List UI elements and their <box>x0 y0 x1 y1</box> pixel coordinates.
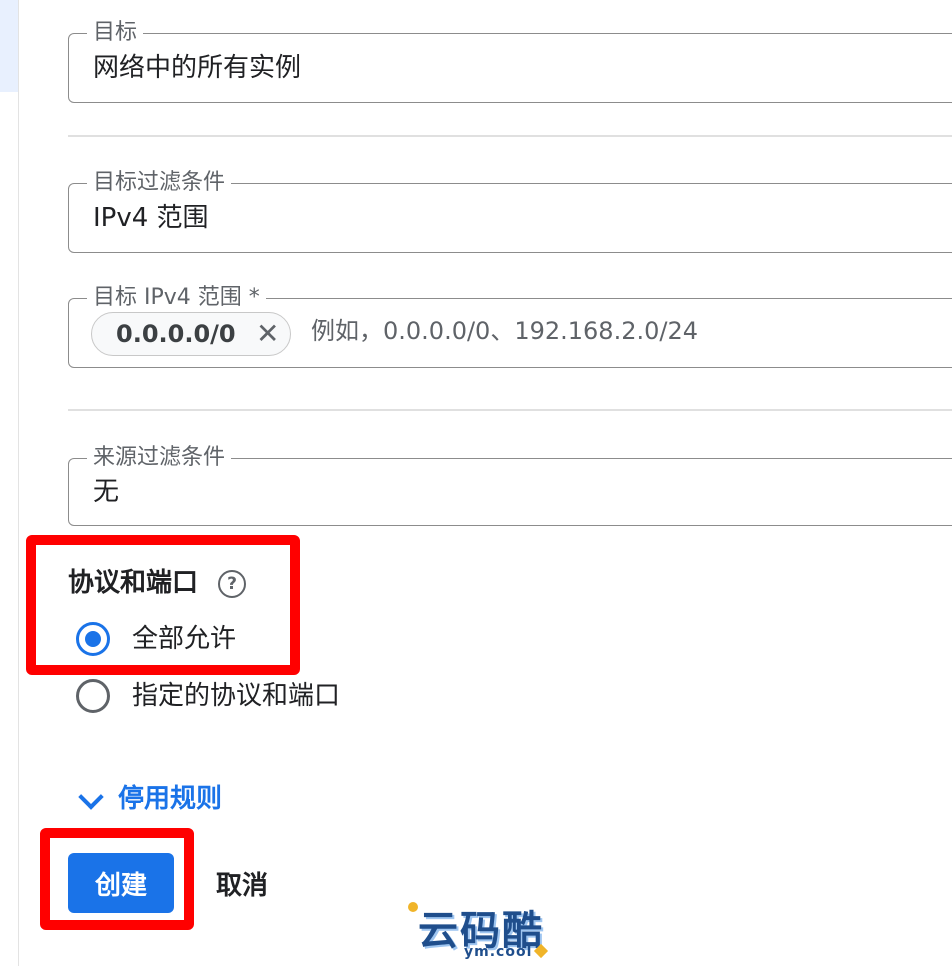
watermark-logo: 云码酷 ym.cool <box>408 898 549 964</box>
disable-rule-label: 停用规则 <box>118 784 223 814</box>
close-icon[interactable]: ✕ <box>256 318 279 350</box>
target-ipv4-range-field[interactable]: 目标 IPv4 范围 * 0.0.0.0/0 ✕ 例如，0.0.0.0/0、19… <box>68 285 952 368</box>
chevron-down-icon <box>78 784 104 810</box>
left-rail-active-item[interactable] <box>0 0 18 92</box>
target-ipv4-range-label: 目标 IPv4 范围 * <box>87 285 266 311</box>
watermark-dot <box>408 902 418 912</box>
source-filter-select[interactable]: 来源过滤条件 无 <box>68 445 952 526</box>
radio-button-checked[interactable] <box>76 622 110 656</box>
help-circle-icon[interactable]: ? <box>218 570 246 598</box>
source-filter-label: 来源过滤条件 <box>87 445 232 471</box>
watermark-subtext: ym.cool <box>464 944 533 960</box>
left-rail <box>0 0 19 966</box>
radio-allow-all-label: 全部允许 <box>132 624 237 654</box>
target-filter-value: IPv4 范围 <box>93 203 209 233</box>
radio-button-unchecked[interactable] <box>76 679 110 713</box>
create-button[interactable]: 创建 <box>68 853 174 913</box>
cancel-button[interactable]: 取消 <box>202 853 282 913</box>
target-value: 网络中的所有实例 <box>93 53 302 83</box>
source-filter-value: 无 <box>93 477 120 507</box>
target-filter-select[interactable]: 目标过滤条件 IPv4 范围 <box>68 170 952 253</box>
protocols-ports-title: 协议和端口 <box>68 568 199 598</box>
radio-specified-protocols-label: 指定的协议和端口 <box>132 681 341 711</box>
target-label: 目标 <box>87 20 144 46</box>
divider <box>68 409 952 411</box>
target-field[interactable]: 目标 网络中的所有实例 <box>68 20 952 103</box>
ip-range-chip-label: 0.0.0.0/0 <box>116 320 236 348</box>
ip-range-input-placeholder[interactable]: 例如，0.0.0.0/0、192.168.2.0/24 <box>311 316 698 346</box>
target-filter-label: 目标过滤条件 <box>87 170 232 196</box>
ip-range-chip: 0.0.0.0/0 ✕ <box>91 312 291 356</box>
divider <box>68 135 952 137</box>
